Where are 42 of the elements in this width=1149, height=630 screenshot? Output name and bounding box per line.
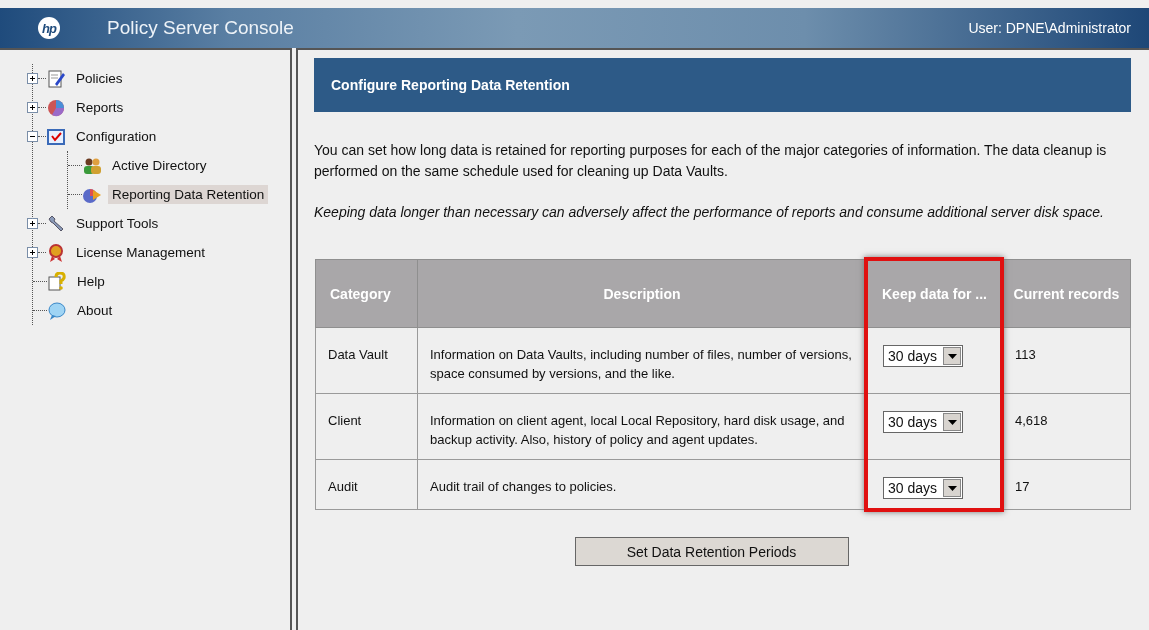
tree-item[interactable]: Policies (72, 69, 127, 88)
expand-icon[interactable] (27, 73, 38, 84)
expand-icon[interactable] (27, 218, 38, 229)
caret-icon (947, 353, 957, 359)
tree-item[interactable]: About (73, 301, 117, 320)
logo: hp (38, 17, 60, 39)
caret-icon (947, 485, 957, 491)
set-retention-button[interactable]: Set Data Retention Periods (574, 537, 849, 566)
caret-icon (947, 419, 957, 425)
table-cell: Audit (315, 459, 418, 510)
expand-icon[interactable] (27, 102, 38, 113)
panel-title: Configure Reporting Data Retention (314, 58, 1131, 112)
tree-item[interactable]: Reports (72, 98, 128, 117)
column-header: Description (417, 259, 867, 328)
table-cell: 17 (1002, 459, 1131, 510)
user-label: User: DPNE\Administrator (968, 20, 1131, 36)
note-text: Keeping data longer than necessary can adversely affect the performance of reports and consume additional server disk space. (314, 203, 1105, 222)
tree-item[interactable]: License Management (72, 243, 210, 262)
speech-bubble-icon (47, 300, 67, 321)
dropdown[interactable]: 30 days (883, 345, 964, 367)
intro-text: You can set how long data is retained for reporting purposes for each of the major categories of information. The data cleanup is performed on the same schedule used for cleaning up Data Vaults. (314, 141, 1108, 181)
expand-icon[interactable] (27, 247, 38, 258)
table-cell: 113 (1002, 327, 1131, 394)
table-cell: Client (315, 393, 418, 460)
app-title: Policy Server Console (107, 17, 294, 39)
collapse-icon[interactable] (27, 131, 38, 142)
table-cell: Data Vault (315, 327, 418, 394)
column-header: Current records (1002, 259, 1131, 328)
wrench-icon (46, 213, 66, 234)
dropdown[interactable]: 30 days (883, 477, 964, 499)
tree-item[interactable]: Support Tools (72, 214, 163, 233)
dropdown[interactable]: 30 days (883, 411, 964, 433)
tree-item[interactable]: Active Directory (108, 156, 211, 175)
column-header: Category (315, 259, 418, 328)
tree-item[interactable]: Reporting Data Retention (108, 185, 269, 204)
pie-chart-icon (46, 97, 66, 118)
tree-item[interactable]: Configuration (72, 127, 161, 146)
rosette-icon (46, 242, 66, 263)
tree-item[interactable]: Help (73, 272, 109, 291)
table-cell: 4,618 (1002, 393, 1131, 460)
document-icon (46, 68, 66, 89)
checklist-icon (46, 126, 66, 147)
